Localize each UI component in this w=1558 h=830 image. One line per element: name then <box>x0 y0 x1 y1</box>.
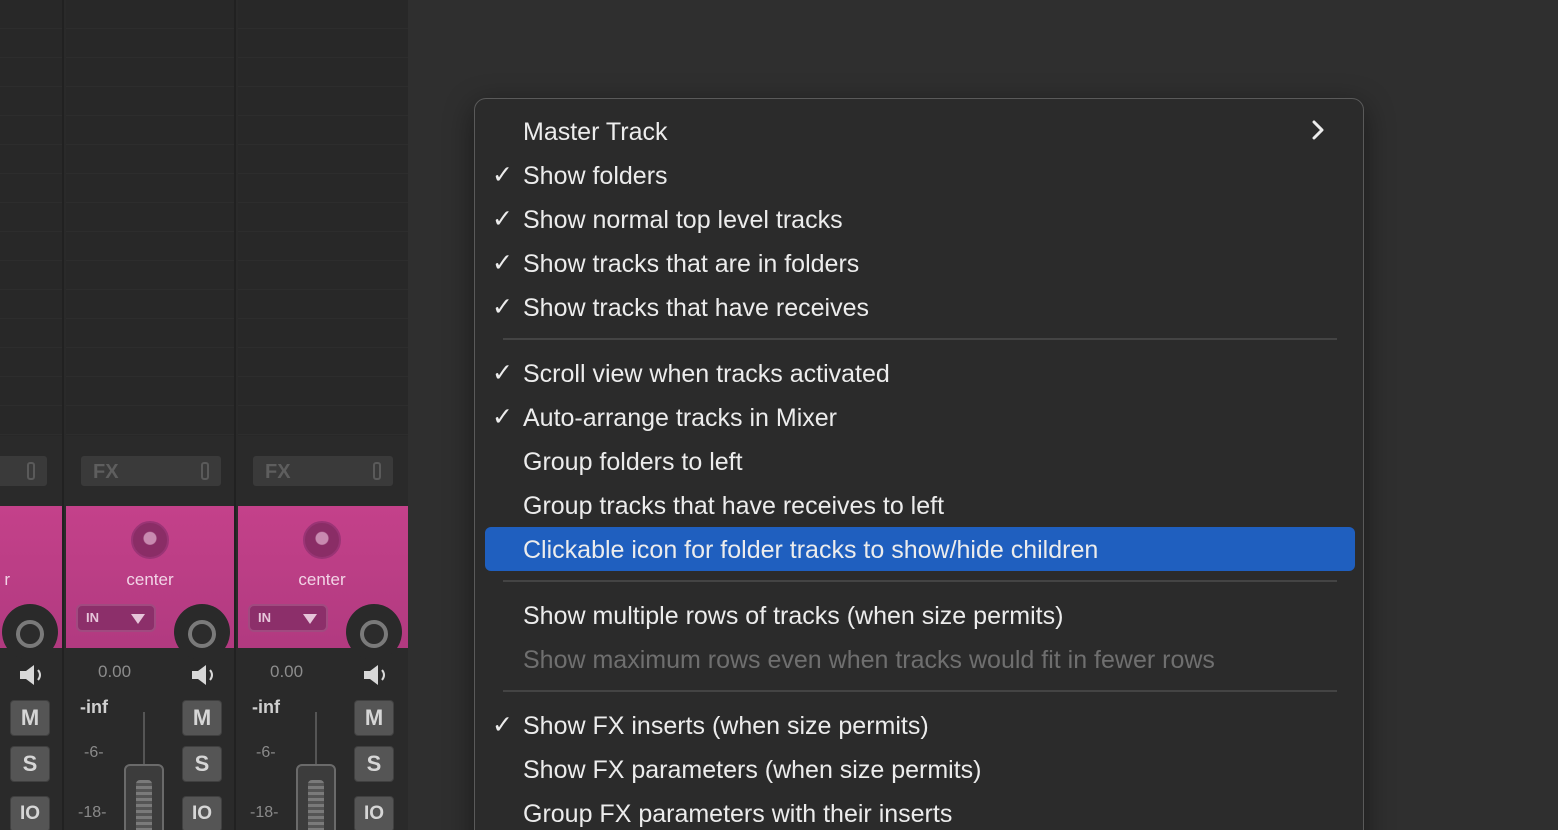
menu-item-label: Auto-arrange tracks in Mixer <box>523 404 838 432</box>
io-button[interactable]: IO <box>354 796 394 830</box>
speaker-icon[interactable] <box>18 663 46 687</box>
record-arm-button[interactable] <box>188 620 216 648</box>
strip-divider <box>234 0 236 830</box>
fx-button[interactable] <box>0 455 48 487</box>
pan-label: r <box>4 570 10 589</box>
solo-button[interactable]: S <box>354 746 394 782</box>
pan-label: center <box>126 570 174 589</box>
checkmark-icon: ✓ <box>492 403 513 431</box>
menu-item-show-multiple-rows[interactable]: Show multiple rows of tracks (when size … <box>485 593 1355 637</box>
peak-meter-readout[interactable]: -inf <box>80 697 108 718</box>
meter-tick-label: -18- <box>250 804 279 821</box>
menu-item-label: Master Track <box>523 118 668 146</box>
fx-button[interactable]: FX <box>252 455 394 487</box>
screen: FX FX r center IN center IN M S IO 0.00 … <box>0 0 1558 830</box>
volume-fader[interactable] <box>124 764 164 830</box>
fx-insert-area[interactable] <box>238 0 408 436</box>
menu-item-label: Group FX parameters with their inserts <box>523 800 953 828</box>
chevron-right-icon <box>1312 120 1324 140</box>
volume-readout[interactable]: 0.00 <box>98 662 131 682</box>
menu-item-label: Show tracks that have receives <box>523 294 869 322</box>
menu-item-show-tracks-in-folders[interactable]: ✓ Show tracks that are in folders <box>485 241 1355 285</box>
menu-item-group-folders-left[interactable]: Group folders to left <box>485 439 1355 483</box>
checkmark-icon: ✓ <box>492 711 513 739</box>
menu-separator <box>503 580 1337 582</box>
volume-fader[interactable] <box>296 764 336 830</box>
fx-bypass-toggle[interactable] <box>373 462 381 480</box>
dropdown-arrow-icon <box>131 614 145 624</box>
menu-item-show-normal-top-level-tracks[interactable]: ✓ Show normal top level tracks <box>485 197 1355 241</box>
menu-item-scroll-view-when-activated[interactable]: ✓ Scroll view when tracks activated <box>485 351 1355 395</box>
mixer-context-menu: Master Track ✓ Show folders ✓ Show norma… <box>474 98 1364 830</box>
menu-item-label: Group tracks that have receives to left <box>523 492 945 520</box>
meter-tick-label: -6- <box>256 744 276 761</box>
input-label: IN <box>86 610 99 625</box>
mute-button[interactable]: M <box>182 700 222 736</box>
menu-item-label: Show multiple rows of tracks (when size … <box>523 602 1064 630</box>
io-button[interactable]: IO <box>182 796 222 830</box>
meter-tick-label: -6- <box>84 744 104 761</box>
fx-bypass-toggle[interactable] <box>201 462 209 480</box>
speaker-icon[interactable] <box>190 663 218 687</box>
menu-item-label: Show normal top level tracks <box>523 206 843 234</box>
checkmark-icon: ✓ <box>492 205 513 233</box>
record-arm-button[interactable] <box>16 620 44 648</box>
menu-item-label: Show FX parameters (when size permits) <box>523 756 982 784</box>
checkmark-icon: ✓ <box>492 359 513 387</box>
checkmark-icon: ✓ <box>492 293 513 321</box>
menu-item-clickable-folder-icon[interactable]: Clickable icon for folder tracks to show… <box>485 527 1355 571</box>
menu-item-label: Show maximum rows even when tracks would… <box>523 646 1215 674</box>
menu-item-label: Group folders to left <box>523 448 743 476</box>
mute-button[interactable]: M <box>354 700 394 736</box>
io-button[interactable]: IO <box>10 796 50 830</box>
menu-item-label: Show folders <box>523 162 668 190</box>
menu-item-label: Clickable icon for folder tracks to show… <box>523 536 1099 564</box>
record-arm-button[interactable] <box>360 620 388 648</box>
menu-item-auto-arrange-tracks[interactable]: ✓ Auto-arrange tracks in Mixer <box>485 395 1355 439</box>
input-select-button[interactable]: IN <box>76 604 156 632</box>
menu-separator <box>503 690 1337 692</box>
menu-item-label: Show FX inserts (when size permits) <box>523 712 929 740</box>
mute-button[interactable]: M <box>10 700 50 736</box>
speaker-icon[interactable] <box>362 663 390 687</box>
fx-label: FX <box>265 461 291 483</box>
menu-item-label: Scroll view when tracks activated <box>523 360 890 388</box>
input-select-button[interactable]: IN <box>248 604 328 632</box>
fx-bypass-toggle[interactable] <box>27 462 35 480</box>
menu-item-label: Show tracks that are in folders <box>523 250 860 278</box>
menu-item-show-maximum-rows: Show maximum rows even when tracks would… <box>485 637 1355 681</box>
solo-button[interactable]: S <box>182 746 222 782</box>
menu-item-group-receives-left[interactable]: Group tracks that have receives to left <box>485 483 1355 527</box>
checkmark-icon: ✓ <box>492 161 513 189</box>
solo-button[interactable]: S <box>10 746 50 782</box>
fx-insert-area[interactable] <box>66 0 234 436</box>
menu-item-group-fx-parameters[interactable]: Group FX parameters with their inserts <box>485 791 1355 830</box>
volume-readout[interactable]: 0.00 <box>270 662 303 682</box>
fx-button[interactable]: FX <box>80 455 222 487</box>
fx-insert-area[interactable] <box>0 0 62 436</box>
mixer-panel: FX FX r center IN center IN M S IO 0.00 … <box>0 0 408 830</box>
checkmark-icon: ✓ <box>492 249 513 277</box>
dropdown-arrow-icon <box>303 614 317 624</box>
fx-label: FX <box>93 461 119 483</box>
menu-separator <box>503 338 1337 340</box>
menu-item-show-fx-parameters[interactable]: Show FX parameters (when size permits) <box>485 747 1355 791</box>
menu-item-show-fx-inserts[interactable]: ✓ Show FX inserts (when size permits) <box>485 703 1355 747</box>
meter-tick-label: -18- <box>78 804 107 821</box>
pan-knob[interactable] <box>303 521 341 559</box>
pan-knob[interactable] <box>131 521 169 559</box>
menu-item-show-folders[interactable]: ✓ Show folders <box>485 153 1355 197</box>
menu-item-show-tracks-with-receives[interactable]: ✓ Show tracks that have receives <box>485 285 1355 329</box>
peak-meter-readout[interactable]: -inf <box>252 697 280 718</box>
strip-divider <box>62 0 64 830</box>
menu-item-master-track[interactable]: Master Track <box>485 109 1355 153</box>
pan-label: center <box>298 570 346 589</box>
input-label: IN <box>258 610 271 625</box>
